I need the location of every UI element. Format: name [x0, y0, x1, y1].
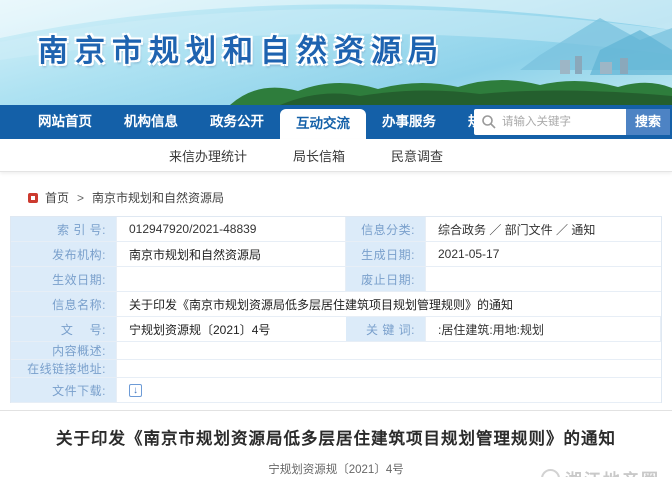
field-value-file-download: ↓ [117, 378, 661, 403]
breadcrumb: 首页 > 南京市规划和自然资源局 [28, 189, 672, 206]
field-value-expiry-date [426, 267, 661, 292]
watermark-logo-icon [541, 469, 560, 477]
subnav-item-director-mailbox[interactable]: 局长信箱 [293, 146, 345, 165]
field-label-info-category: 信息分类: [346, 217, 426, 242]
field-label-effective-date: 生效日期: [11, 267, 117, 292]
sub-nav: 来信办理统计 局长信箱 民意调查 [0, 139, 672, 172]
site-title: 南京市规划和自然资源局 [38, 35, 445, 68]
subnav-item-opinion-survey[interactable]: 民意调查 [391, 146, 443, 165]
document-section: 关于印发《南京市规划资源局低多层居住建筑项目规划管理规则》的通知 宁规划资源规〔… [0, 411, 672, 477]
field-label-content-summary: 内容概述: [11, 342, 117, 360]
breadcrumb-separator: > [77, 190, 85, 205]
field-value-effective-date [117, 267, 346, 292]
field-label-issuing-agency: 发布机构: [11, 242, 117, 267]
field-label-creation-date: 生成日期: [346, 242, 426, 267]
field-value-online-link [117, 360, 661, 378]
site-banner: 南京市规划和自然资源局 [0, 0, 672, 105]
download-icon[interactable]: ↓ [129, 383, 142, 397]
nav-tab-gov-affairs[interactable]: 政务公开 [194, 105, 280, 139]
document-title: 关于印发《南京市规划资源局低多层居住建筑项目规划管理规则》的通知 [56, 429, 616, 448]
field-label-file-download: 文件下载: [11, 378, 117, 403]
home-icon [28, 192, 38, 203]
search-button[interactable]: 搜索 [625, 109, 670, 135]
field-label-keywords: 关 键 词: [346, 317, 426, 342]
field-value-doc-number: 宁规划资源规〔2021〕4号 [117, 317, 346, 342]
nav-tab-org-info[interactable]: 机构信息 [108, 105, 194, 139]
breadcrumb-current[interactable]: 南京市规划和自然资源局 [92, 189, 224, 206]
watermark-text: 湘江地产圈 [565, 466, 660, 477]
main-nav: 网站首页 机构信息 政务公开 互动交流 办事服务 规划编制 搜索 [0, 105, 672, 139]
field-value-info-category: 综合政务 ／ 部门文件 ／ 通知 [426, 217, 661, 242]
nav-tab-home[interactable]: 网站首页 [22, 105, 108, 139]
search-box [473, 109, 626, 135]
field-label-info-name: 信息名称: [11, 292, 117, 317]
field-label-doc-number: 文 号: [11, 317, 117, 342]
watermark: 湘江地产圈 [541, 466, 660, 477]
field-value-info-name: 关于印发《南京市规划资源局低多层居住建筑项目规划管理规则》的通知 [117, 292, 661, 317]
subnav-item-letter-stats[interactable]: 来信办理统计 [169, 146, 247, 165]
document-info-table: 索 引 号: 012947920/2021-48839 信息分类: 综合政务 ／… [10, 216, 662, 403]
field-label-online-link: 在线链接地址: [11, 360, 117, 378]
search-area: 搜索 [473, 109, 670, 135]
search-icon [482, 115, 496, 129]
field-label-expiry-date: 废止日期: [346, 267, 426, 292]
nav-tab-services[interactable]: 办事服务 [366, 105, 452, 139]
field-value-index-number: 012947920/2021-48839 [117, 217, 346, 242]
field-value-keywords: :居住建筑:用地:规划 [426, 317, 661, 342]
field-value-issuing-agency: 南京市规划和自然资源局 [117, 242, 346, 267]
nav-tab-interaction[interactable]: 互动交流 [280, 109, 366, 139]
field-value-content-summary [117, 342, 661, 360]
field-label-index-number: 索 引 号: [11, 217, 117, 242]
field-value-creation-date: 2021-05-17 [426, 242, 661, 267]
breadcrumb-home[interactable]: 首页 [45, 189, 69, 206]
